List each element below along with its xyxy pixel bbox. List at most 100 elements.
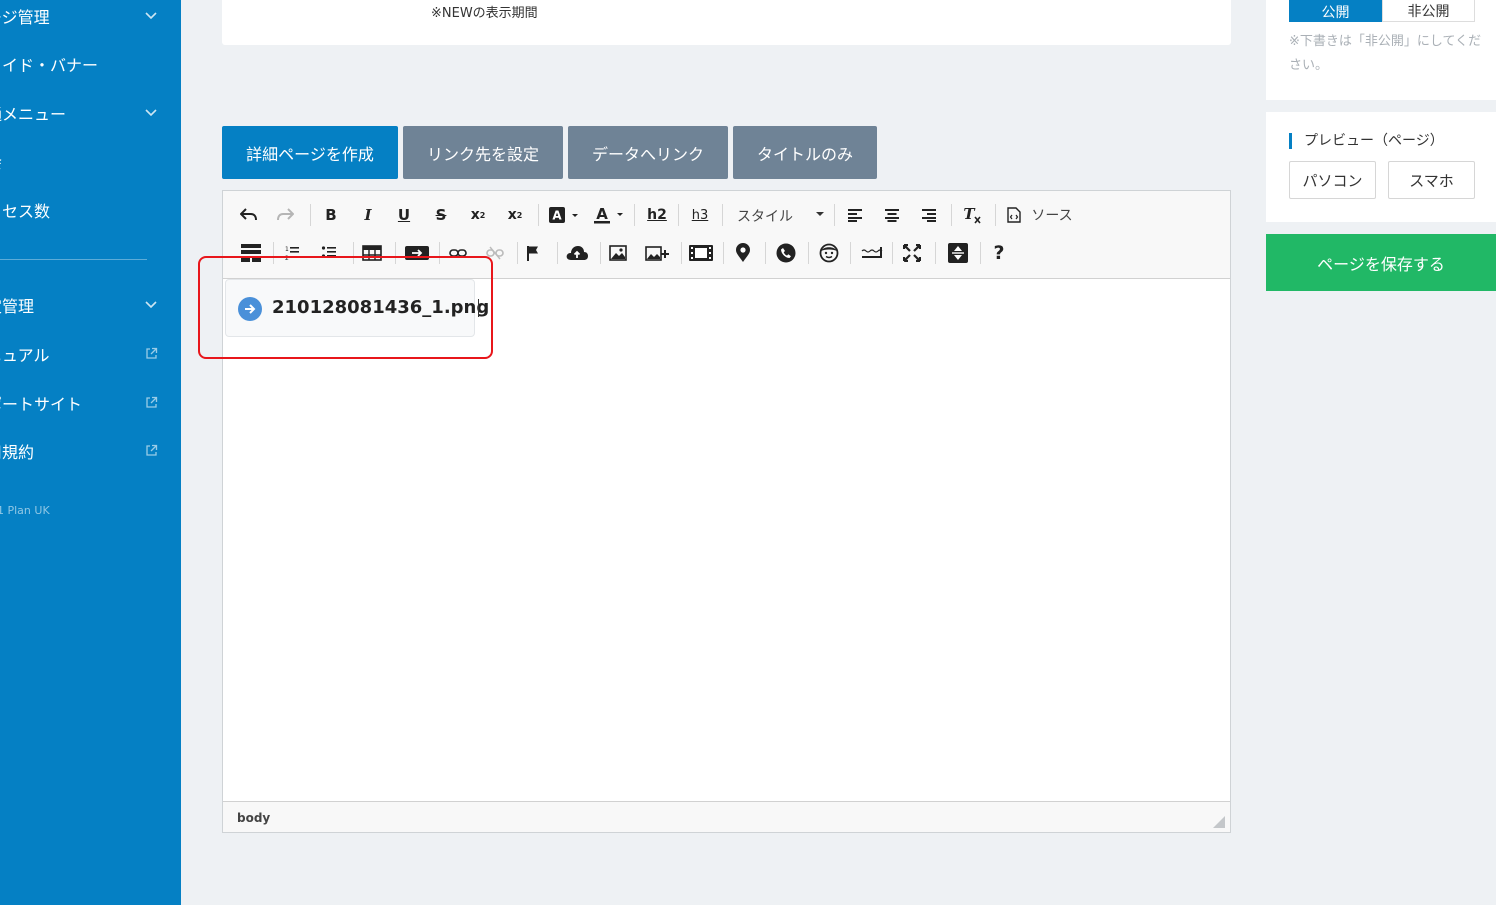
phone-icon[interactable]	[774, 241, 798, 265]
subscript-icon[interactable]: x2	[466, 203, 490, 227]
sidebar: ージ管理 ライド・バナー 通メニュー 会 クセス数 定管理 ニュアル ポートサイ…	[0, 0, 181, 905]
caret-down-icon	[816, 212, 824, 216]
sidebar-item-label: 用規約	[0, 443, 35, 462]
toolbar-separator	[765, 242, 766, 264]
link-button-icon[interactable]	[404, 241, 430, 265]
sidebar-item-access-count[interactable]: クセス数	[0, 195, 176, 225]
map-pin-icon[interactable]	[731, 241, 755, 265]
tab-title-only[interactable]: タイトルのみ	[733, 126, 877, 179]
element-path[interactable]: body	[237, 811, 270, 825]
preview-smartphone-button[interactable]: スマホ	[1388, 161, 1475, 199]
toolbar-separator	[517, 242, 518, 264]
attached-file-name: 210128081436_1.png	[272, 297, 490, 318]
tab-link-to-data[interactable]: データへリンク	[568, 126, 728, 179]
h3-icon[interactable]: h3	[686, 203, 714, 227]
sidebar-item-settings[interactable]: 定管理	[0, 290, 176, 320]
link-icon[interactable]	[446, 241, 470, 265]
h2-icon[interactable]: h2	[643, 203, 671, 227]
fullscreen-icon[interactable]	[900, 241, 924, 265]
underline-icon[interactable]: U	[392, 203, 416, 227]
toolbar-separator	[634, 204, 635, 226]
numbered-list-icon[interactable]: 12	[280, 241, 304, 265]
align-center-icon[interactable]	[880, 203, 904, 227]
template-icon[interactable]	[239, 241, 263, 265]
align-left-icon[interactable]	[843, 203, 867, 227]
sidebar-item-terms[interactable]: 用規約	[0, 436, 176, 466]
editor-content-area[interactable]: 210128081436_1.png	[223, 279, 1230, 801]
svg-text:A: A	[596, 205, 608, 223]
editor-toolbar: B I U S x2 x2 A A h2 h3 スタイル T ソース 1 2 ?	[223, 191, 1230, 279]
toolbar-separator	[600, 242, 601, 264]
emoji-icon[interactable]	[817, 241, 841, 265]
toolbar-separator	[678, 204, 679, 226]
toolbar-separator	[681, 242, 682, 264]
preview-pc-button[interactable]: パソコン	[1289, 161, 1376, 199]
toolbar-separator	[722, 204, 723, 226]
add-image-icon[interactable]	[643, 241, 671, 265]
attached-file-link[interactable]: 210128081436_1.png	[225, 279, 489, 337]
external-link-icon	[146, 347, 158, 359]
tab-create-detail-page[interactable]: 詳細ページを作成	[222, 126, 398, 179]
toolbar-separator	[353, 242, 354, 264]
chevron-down-icon	[145, 12, 157, 20]
bold-icon[interactable]: B	[319, 203, 343, 227]
superscript-icon[interactable]: x2	[503, 203, 527, 227]
remove-format-icon[interactable]: T	[960, 203, 984, 227]
publish-button[interactable]: 公開	[1289, 0, 1382, 22]
source-code-icon[interactable]	[1003, 203, 1025, 227]
draft-note: ※下書きは「非公開」にしてください。	[1289, 34, 1482, 73]
help-icon[interactable]: ?	[987, 241, 1011, 265]
background-color-icon[interactable]: A	[547, 203, 581, 227]
arrow-right-circle-icon	[238, 297, 262, 321]
bullet-list-icon[interactable]	[317, 241, 341, 265]
chevron-down-icon	[145, 109, 157, 117]
chevron-down-icon	[145, 301, 157, 309]
toolbar-separator	[273, 242, 274, 264]
toolbar-separator	[892, 242, 893, 264]
sidebar-item-label: ージ管理	[0, 8, 50, 27]
source-button[interactable]: ソース	[1029, 203, 1075, 227]
italic-icon[interactable]: I	[356, 203, 380, 227]
resize-grip-icon[interactable]	[1213, 816, 1225, 828]
page-type-tabs: 詳細ページを作成 リンク先を設定 データへリンク タイトルのみ	[222, 126, 882, 179]
sidebar-item-page-management[interactable]: ージ管理	[0, 1, 176, 31]
new-period-note: ※NEWの表示期間	[431, 6, 538, 21]
rich-text-editor: B I U S x2 x2 A A h2 h3 スタイル T ソース 1 2 ?…	[222, 190, 1231, 833]
video-icon[interactable]	[688, 241, 714, 265]
sidebar-item-manual[interactable]: ニュアル	[0, 339, 176, 369]
sidebar-item-support-site[interactable]: ポートサイト	[0, 388, 176, 418]
toolbar-row-1: B I U S x2 x2 A A h2 h3 スタイル T ソース	[223, 203, 1230, 239]
show-blocks-icon[interactable]	[946, 241, 970, 265]
redo-icon[interactable]	[273, 203, 297, 227]
top-card: ※NEWの表示期間	[222, 0, 1231, 45]
undo-icon[interactable]	[237, 203, 261, 227]
tab-set-link[interactable]: リンク先を設定	[403, 126, 563, 179]
sidebar-item-label: ライド・バナー	[0, 56, 99, 75]
sidebar-item-label: 会	[0, 149, 2, 173]
external-link-icon	[146, 444, 158, 456]
preview-panel: プレビュー（ページ） パソコン スマホ	[1266, 112, 1496, 222]
toolbar-separator	[439, 242, 440, 264]
save-page-button[interactable]: ページを保存する	[1266, 234, 1496, 291]
sidebar-item-slide-banner[interactable]: ライド・バナー	[0, 49, 176, 79]
horizontal-rule-icon[interactable]	[859, 241, 885, 265]
toolbar-separator	[557, 242, 558, 264]
sidebar-item-members[interactable]: 会	[0, 146, 176, 176]
sidebar-item-label: ポートサイト	[0, 395, 83, 414]
cloud-upload-icon[interactable]	[564, 241, 590, 265]
anchor-flag-icon[interactable]	[521, 241, 545, 265]
style-dropdown[interactable]: スタイル	[737, 206, 793, 226]
preview-title: プレビュー（ページ）	[1289, 133, 1444, 149]
svg-text:2: 2	[285, 255, 289, 261]
text-color-icon[interactable]: A	[592, 203, 626, 227]
sidebar-divider	[0, 259, 147, 260]
image-icon[interactable]	[606, 241, 630, 265]
svg-text:T: T	[963, 206, 976, 223]
strikethrough-icon[interactable]: S	[429, 203, 453, 227]
sidebar-item-label: 通メニュー	[0, 105, 67, 124]
table-icon[interactable]	[360, 241, 384, 265]
sidebar-item-common-menu[interactable]: 通メニュー	[0, 98, 176, 128]
unlink-icon[interactable]	[483, 241, 507, 265]
unpublish-button[interactable]: 非公開	[1382, 0, 1475, 22]
align-right-icon[interactable]	[917, 203, 941, 227]
